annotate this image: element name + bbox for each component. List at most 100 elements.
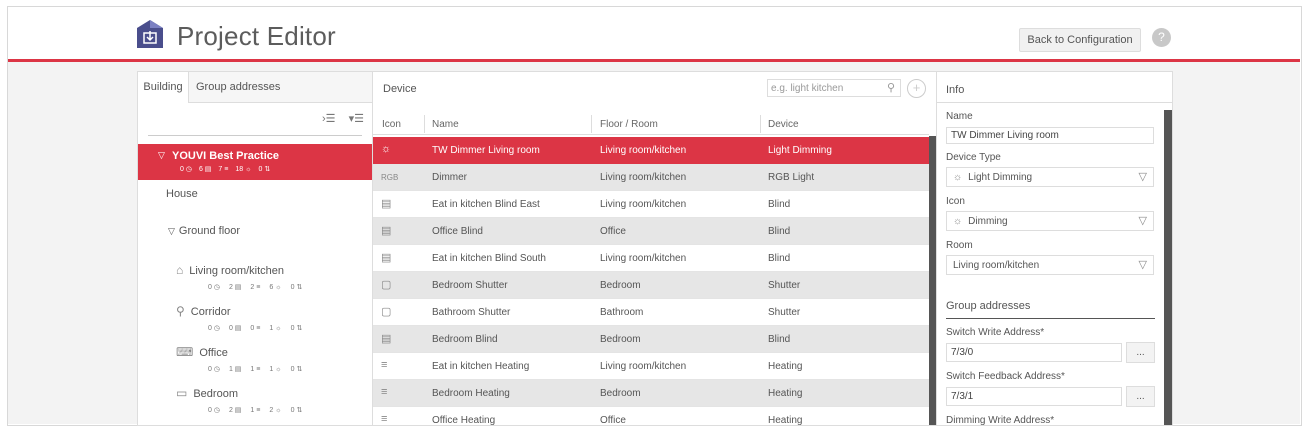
row-name: TW Dimmer Living room <box>432 145 540 156</box>
column-divider <box>760 115 761 133</box>
dimming-write-label: Dimming Write Address* <box>946 415 1055 426</box>
switch-feedback-browse-button[interactable]: ... <box>1126 386 1155 407</box>
heating-icon: ≡ <box>381 359 388 371</box>
tree-item-house[interactable]: House <box>166 188 198 200</box>
tree-toolbar: ›☰ ▾☰ <box>312 112 364 125</box>
row-room: Living room/kitchen <box>600 199 687 210</box>
row-device: Blind <box>768 334 791 345</box>
table-row[interactable]: ≡ Office Heating Office Heating <box>373 407 929 426</box>
table-row[interactable]: ▢ Bedroom Shutter Bedroom Shutter <box>373 272 929 299</box>
row-device: Heating <box>768 415 803 426</box>
desk-icon: ⌨ <box>176 345 194 359</box>
row-name: Office Blind <box>432 226 483 237</box>
column-header-floor-room[interactable]: Floor / Room <box>600 119 658 130</box>
row-device: Shutter <box>768 307 801 318</box>
divider <box>946 318 1155 319</box>
device-panel: Device e.g. light kitchen ⚲ + Icon Name … <box>372 71 938 426</box>
row-room: Living room/kitchen <box>600 253 687 264</box>
row-device: Blind <box>768 199 791 210</box>
row-name: Bathroom Shutter <box>432 307 511 318</box>
column-header-icon[interactable]: Icon <box>382 119 401 130</box>
coat-rack-icon: ⚲ <box>176 304 185 318</box>
tree-root-project[interactable]: ▽ YOUVI Best Practice 0 ◷ 6 ▤ 7 ≡ 18 ☼ 0 ⇅ <box>138 144 372 180</box>
info-panel-header: Info <box>937 72 1172 103</box>
table-row[interactable]: ≡ Eat in kitchen Heating Living room/kit… <box>373 353 929 380</box>
heating-icon: ≡ <box>381 413 388 425</box>
row-name: Office Heating <box>432 415 496 426</box>
column-header-name[interactable]: Name <box>432 119 459 130</box>
row-name: Dimmer <box>432 172 467 183</box>
dimmer-icon: ☼ <box>953 172 963 183</box>
row-room: Office <box>600 226 626 237</box>
switch-feedback-field[interactable]: 7/3/1 <box>946 387 1122 406</box>
name-field[interactable]: TW Dimmer Living room <box>946 127 1154 144</box>
table-row[interactable]: ▤ Office Blind Office Blind <box>373 218 929 245</box>
switch-feedback-label: Switch Feedback Address* <box>946 371 1065 382</box>
chevron-down-icon[interactable]: ▽ <box>168 226 175 236</box>
row-room: Living room/kitchen <box>600 361 687 372</box>
add-device-button[interactable]: + <box>907 79 926 98</box>
column-header-device[interactable]: Device <box>768 119 799 130</box>
panel-tabs: Building Group addresses <box>138 72 372 103</box>
dimmer-icon: ☼ <box>953 216 963 227</box>
tree-item-living-room[interactable]: ⌂ Living room/kitchen <box>176 263 284 277</box>
row-name: Bedroom Blind <box>432 334 498 345</box>
expand-all-icon[interactable]: ›☰ <box>322 113 336 125</box>
row-room: Bedroom <box>600 388 641 399</box>
row-device: Blind <box>768 253 791 264</box>
chevron-down-icon: ▽ <box>1138 259 1147 271</box>
sofa-icon: ⌂ <box>176 263 184 277</box>
tree-item-ground-floor[interactable]: ▽ Ground floor <box>168 225 240 237</box>
row-room: Bathroom <box>600 307 644 318</box>
row-name: Bedroom Shutter <box>432 280 508 291</box>
row-room: Living room/kitchen <box>600 145 687 156</box>
row-room: Bedroom <box>600 280 641 291</box>
table-row[interactable]: ▤ Eat in kitchen Blind East Living room/… <box>373 191 929 218</box>
table-row[interactable]: ▤ Eat in kitchen Blind South Living room… <box>373 245 929 272</box>
search-input[interactable]: e.g. light kitchen <box>767 79 901 97</box>
tree-item-bedroom[interactable]: ▭ Bedroom <box>176 386 238 400</box>
back-to-configuration-button[interactable]: Back to Configuration <box>1019 28 1141 52</box>
row-device: RGB Light <box>768 172 815 183</box>
tab-group-addresses[interactable]: Group addresses <box>196 72 280 102</box>
row-room: Living room/kitchen <box>600 172 687 183</box>
switch-write-browse-button[interactable]: ... <box>1126 342 1155 363</box>
tree-item-office[interactable]: ⌨ Office <box>176 345 228 359</box>
device-type-select[interactable]: ☼ Light Dimming ▽ <box>946 167 1154 187</box>
room-select[interactable]: Living room/kitchen ▽ <box>946 255 1154 275</box>
search-icon[interactable]: ⚲ <box>887 81 895 94</box>
table-row[interactable]: ▤ Bedroom Blind Bedroom Blind <box>373 326 929 353</box>
rgb-icon: RGB <box>381 173 399 182</box>
chevron-down-icon[interactable]: ▽ <box>158 150 165 161</box>
icon-select[interactable]: ☼ Dimming ▽ <box>946 211 1154 231</box>
row-device: Heating <box>768 388 803 399</box>
project-stats: 0 ◷ 6 ▤ 7 ≡ 18 ☼ 0 ⇅ <box>180 166 271 173</box>
row-device: Light Dimming <box>768 145 832 156</box>
tab-building[interactable]: Building <box>138 72 189 103</box>
tree-item-corridor[interactable]: ⚲ Corridor <box>176 304 231 318</box>
help-icon[interactable]: ? <box>1152 28 1171 47</box>
info-title: Info <box>946 84 965 96</box>
table-row[interactable]: RGB Dimmer Living room/kitchen RGB Light <box>373 164 929 191</box>
shutter-icon: ▢ <box>381 306 392 318</box>
room-stats: 0 ◷ 2 ▤ 1 ≡ 2 ☼ 0 ⇅ <box>208 407 303 414</box>
device-panel-header: Device e.g. light kitchen ⚲ + <box>373 72 937 105</box>
switch-write-field[interactable]: 7/3/0 <box>946 343 1122 362</box>
row-name: Bedroom Heating <box>432 388 510 399</box>
chevron-down-icon: ▽ <box>1138 215 1147 227</box>
blind-icon: ▤ <box>381 198 392 210</box>
row-name: Eat in kitchen Heating <box>432 361 530 372</box>
divider <box>373 134 929 135</box>
chevron-down-icon: ▽ <box>1138 171 1147 183</box>
table-row[interactable]: ≡ Bedroom Heating Bedroom Heating <box>373 380 929 407</box>
group-addresses-heading: Group addresses <box>946 300 1031 312</box>
row-room: Office <box>600 415 626 426</box>
blind-icon: ▤ <box>381 225 392 237</box>
info-panel-scrollbar[interactable] <box>1164 110 1172 425</box>
column-divider <box>591 115 592 133</box>
collapse-all-icon[interactable]: ▾☰ <box>349 113 364 125</box>
switch-write-label: Switch Write Address* <box>946 327 1045 338</box>
table-row[interactable]: ☼ TW Dimmer Living room Living room/kitc… <box>373 137 929 164</box>
blind-icon: ▤ <box>381 252 392 264</box>
table-row[interactable]: ▢ Bathroom Shutter Bathroom Shutter <box>373 299 929 326</box>
